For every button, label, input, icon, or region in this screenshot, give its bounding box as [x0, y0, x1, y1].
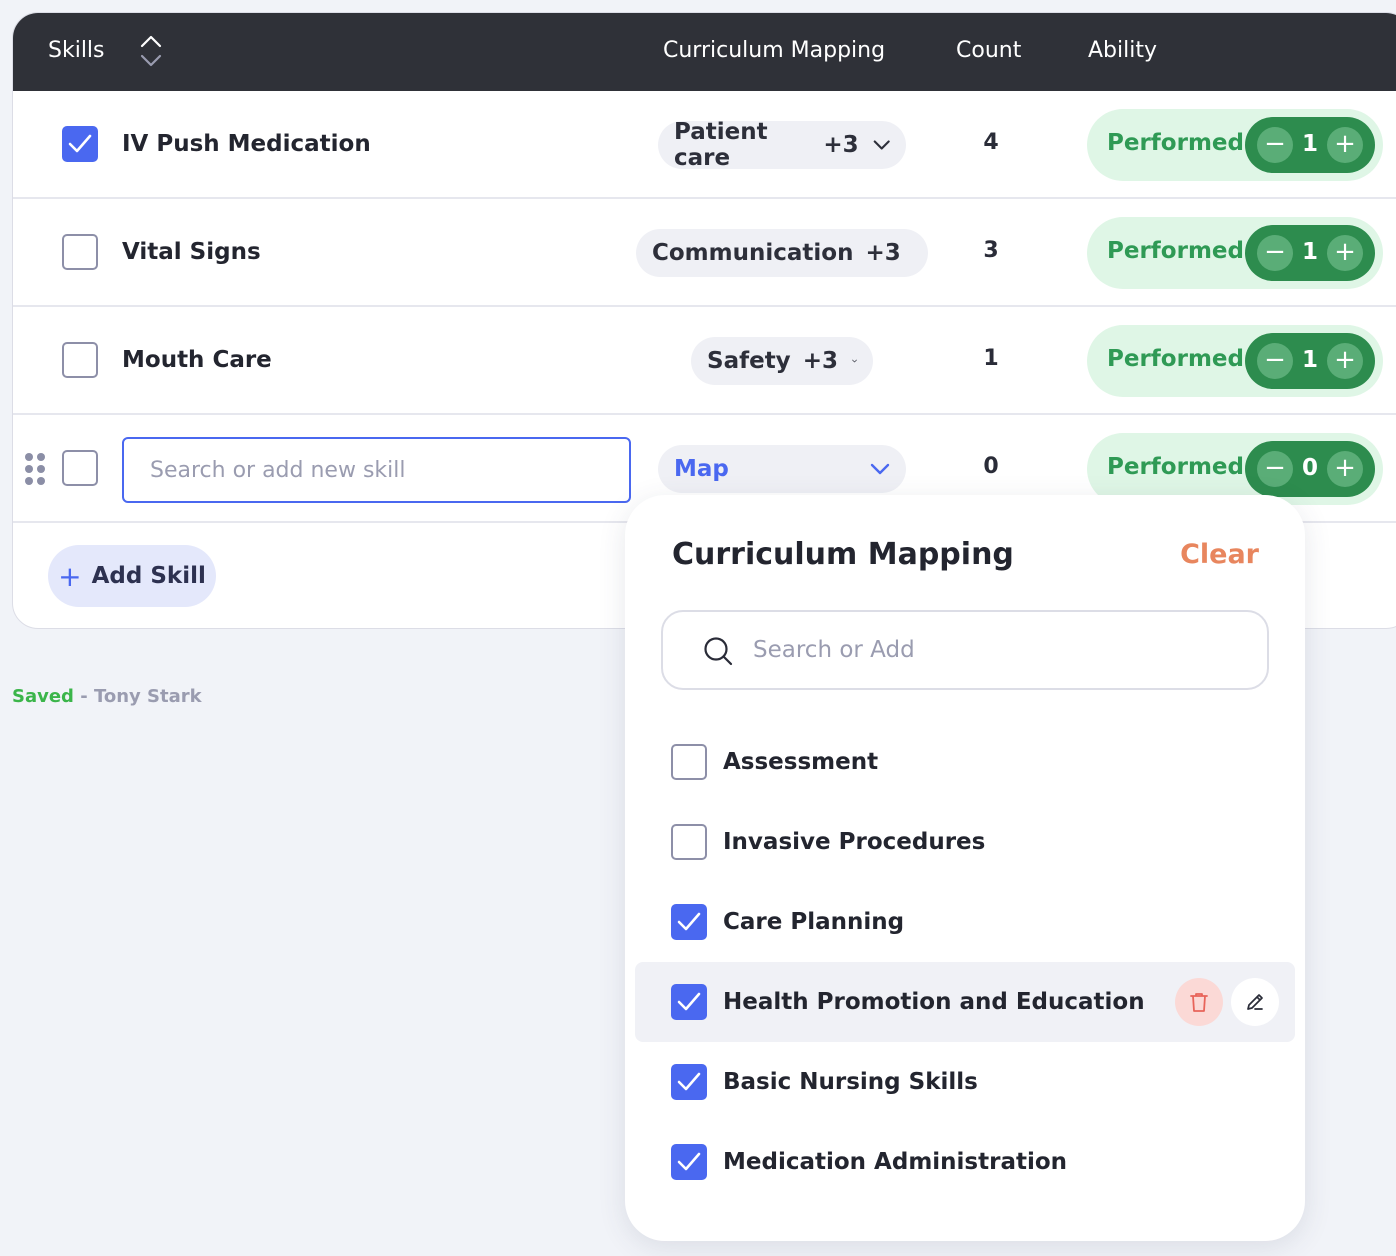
- mapping-more-count: +3: [865, 240, 901, 266]
- add-skill-label: Add Skill: [91, 563, 206, 589]
- ability-value: 1: [1301, 131, 1318, 157]
- decrement-button[interactable]: −: [1257, 235, 1293, 271]
- pencil-icon: [1247, 994, 1263, 1010]
- option-label: Basic Nursing Skills: [723, 1069, 978, 1095]
- mapping-dropdown[interactable]: Map: [658, 445, 906, 493]
- mapping-option[interactable]: Assessment: [635, 722, 1295, 802]
- header-count: Count: [956, 38, 1022, 63]
- check-icon: [68, 134, 92, 153]
- option-checkbox[interactable]: [671, 984, 707, 1020]
- skill-name: IV Push Medication: [122, 131, 371, 157]
- delete-option-button[interactable]: [1175, 978, 1223, 1026]
- ability-stepper: − 1 +: [1245, 225, 1375, 281]
- option-checkbox[interactable]: [671, 744, 707, 780]
- table-header: Skills Curriculum Mapping Count Ability: [13, 13, 1396, 91]
- saved-by-user: Tony Stark: [93, 686, 202, 707]
- option-label: Assessment: [723, 749, 879, 775]
- mapping-option[interactable]: Medication Administration: [635, 1122, 1295, 1202]
- header-skills: Skills: [48, 38, 105, 63]
- mapping-more-count: +3: [802, 348, 838, 374]
- ability-value: 0: [1301, 455, 1318, 481]
- clear-button[interactable]: Clear: [1180, 539, 1259, 570]
- row-checkbox[interactable]: [62, 234, 98, 270]
- ability-value: 1: [1301, 347, 1318, 373]
- ability-stepper: − 1 +: [1245, 117, 1375, 173]
- increment-button[interactable]: +: [1327, 343, 1363, 379]
- mapping-search-field[interactable]: [661, 610, 1269, 690]
- saved-text: Saved: [12, 686, 74, 707]
- mapping-option[interactable]: Care Planning: [635, 882, 1295, 962]
- decrement-button[interactable]: −: [1257, 127, 1293, 163]
- mapping-option[interactable]: Basic Nursing Skills: [635, 1042, 1295, 1122]
- ability-control: Performed − 1 +: [1087, 325, 1383, 397]
- ability-stepper: − 0 +: [1245, 441, 1375, 497]
- option-label: Health Promotion and Education: [723, 989, 1145, 1015]
- option-label: Invasive Procedures: [723, 829, 986, 855]
- row-checkbox[interactable]: [62, 342, 98, 378]
- mapping-label: Safety: [707, 348, 791, 374]
- skill-count: 1: [983, 346, 999, 371]
- increment-button[interactable]: +: [1327, 235, 1363, 271]
- check-icon: [677, 992, 701, 1011]
- option-checkbox[interactable]: [671, 1144, 707, 1180]
- mapping-option[interactable]: Health Promotion and Education: [635, 962, 1295, 1042]
- ability-stepper: − 1 +: [1245, 333, 1375, 389]
- ability-control: Performed − 1 +: [1087, 217, 1383, 289]
- option-label: Care Planning: [723, 909, 905, 935]
- ability-control: Performed − 1 +: [1087, 109, 1383, 181]
- check-icon: [677, 1152, 701, 1171]
- chevron-down-icon: [852, 359, 857, 363]
- status-separator: -: [80, 686, 88, 707]
- check-icon: [677, 1072, 701, 1091]
- new-skill-input[interactable]: [122, 437, 631, 503]
- option-label: Medication Administration: [723, 1149, 1068, 1175]
- mapping-label: Communication: [652, 240, 854, 266]
- mapping-more-count: +3: [823, 132, 859, 158]
- header-curriculum-mapping: Curriculum Mapping: [663, 38, 886, 63]
- sort-updown-icon[interactable]: [138, 33, 164, 69]
- skill-name: Mouth Care: [122, 347, 272, 373]
- mapping-dropdown[interactable]: Communication +3: [636, 229, 928, 277]
- check-icon: [677, 912, 701, 931]
- increment-button[interactable]: +: [1327, 127, 1363, 163]
- row-checkbox[interactable]: [62, 450, 98, 486]
- mapping-option[interactable]: Invasive Procedures: [635, 802, 1295, 882]
- trash-icon: [1190, 993, 1208, 1012]
- table-row: Mouth Care Safety +3 1 Performed − 1 +: [13, 307, 1396, 415]
- option-checkbox[interactable]: [671, 824, 707, 860]
- increment-button[interactable]: +: [1327, 451, 1363, 487]
- edit-option-button[interactable]: [1231, 978, 1279, 1026]
- curriculum-mapping-dropdown: Curriculum Mapping Clear Assessment Inva…: [625, 495, 1305, 1241]
- option-checkbox[interactable]: [671, 1064, 707, 1100]
- skill-count: 4: [983, 130, 999, 155]
- mapping-dropdown[interactable]: Patient care +3: [658, 119, 906, 171]
- mapping-label: Patient care: [674, 119, 768, 171]
- decrement-button[interactable]: −: [1257, 451, 1293, 487]
- mapping-dropdown[interactable]: Safety +3: [691, 337, 873, 385]
- table-row: Vital Signs Communication +3 3 Performed…: [13, 199, 1396, 307]
- ability-label: Performed: [1107, 238, 1244, 264]
- decrement-button[interactable]: −: [1257, 343, 1293, 379]
- chevron-down-icon: [873, 140, 890, 150]
- option-checkbox[interactable]: [671, 904, 707, 940]
- add-skill-button[interactable]: + Add Skill: [48, 545, 216, 607]
- table-row: IV Push Medication Patient care +3 4 Per…: [13, 91, 1396, 199]
- save-status: Saved - Tony Stark: [12, 686, 202, 707]
- search-icon: [704, 637, 733, 666]
- ability-label: Performed: [1107, 346, 1244, 372]
- header-ability: Ability: [1088, 38, 1157, 63]
- mapping-search-input[interactable]: [753, 630, 1233, 670]
- ability-label: Performed: [1107, 454, 1244, 480]
- skill-count: 0: [983, 454, 999, 479]
- chevron-down-icon: [870, 463, 890, 475]
- dropdown-title: Curriculum Mapping: [672, 537, 1014, 572]
- plus-icon: +: [58, 559, 82, 593]
- ability-label: Performed: [1107, 130, 1244, 156]
- skill-count: 3: [983, 238, 999, 263]
- ability-value: 1: [1301, 239, 1318, 265]
- mapping-label: Map: [674, 456, 729, 482]
- row-checkbox[interactable]: [62, 126, 98, 162]
- skill-name: Vital Signs: [122, 239, 261, 265]
- drag-handle-icon[interactable]: [25, 453, 49, 489]
